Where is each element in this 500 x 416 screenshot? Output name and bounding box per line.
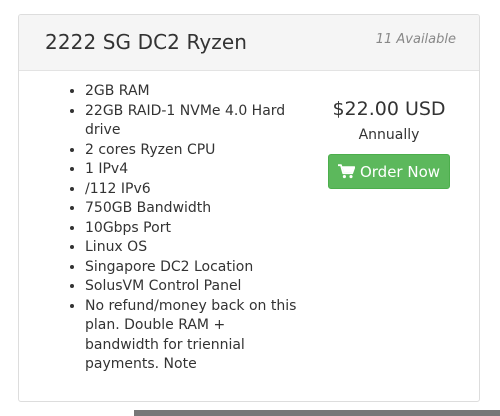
order-now-button[interactable]: Order Now xyxy=(328,154,450,189)
feature-list: 2GB RAM 22GB RAID-1 NVMe 4.0 Hard drive … xyxy=(69,82,297,375)
feature-item: 2 cores Ryzen CPU xyxy=(85,141,297,161)
feature-item: 10Gbps Port xyxy=(85,219,297,239)
feature-item: 750GB Bandwidth xyxy=(85,199,297,219)
feature-item: Linux OS xyxy=(85,238,297,258)
availability-count: 11 Available xyxy=(375,32,456,47)
feature-item: /112 IPv6 xyxy=(85,180,297,200)
feature-item: 2GB RAM xyxy=(85,82,297,102)
billing-cycle: Annually xyxy=(358,127,420,143)
pricing-block: $22.00 USD Annually Order Now xyxy=(309,97,469,189)
order-now-label: Order Now xyxy=(359,162,441,181)
product-card-header: 2222 SG DC2 Ryzen 11 Available xyxy=(19,15,479,71)
product-title: 2222 SG DC2 Ryzen xyxy=(45,30,248,54)
feature-item: Singapore DC2 Location xyxy=(85,258,297,278)
price: $22.00 USD xyxy=(332,98,446,120)
shopping-cart-icon xyxy=(337,164,355,179)
feature-item: SolusVM Control Panel xyxy=(85,277,297,297)
horizontal-scrollbar[interactable] xyxy=(134,410,500,416)
feature-item: 1 IPv4 xyxy=(85,160,297,180)
product-card: 2222 SG DC2 Ryzen 11 Available 2GB RAM 2… xyxy=(18,14,480,402)
feature-item: No refund/money back on this plan. Doubl… xyxy=(85,297,297,375)
feature-item: 22GB RAID-1 NVMe 4.0 Hard drive xyxy=(85,102,297,141)
